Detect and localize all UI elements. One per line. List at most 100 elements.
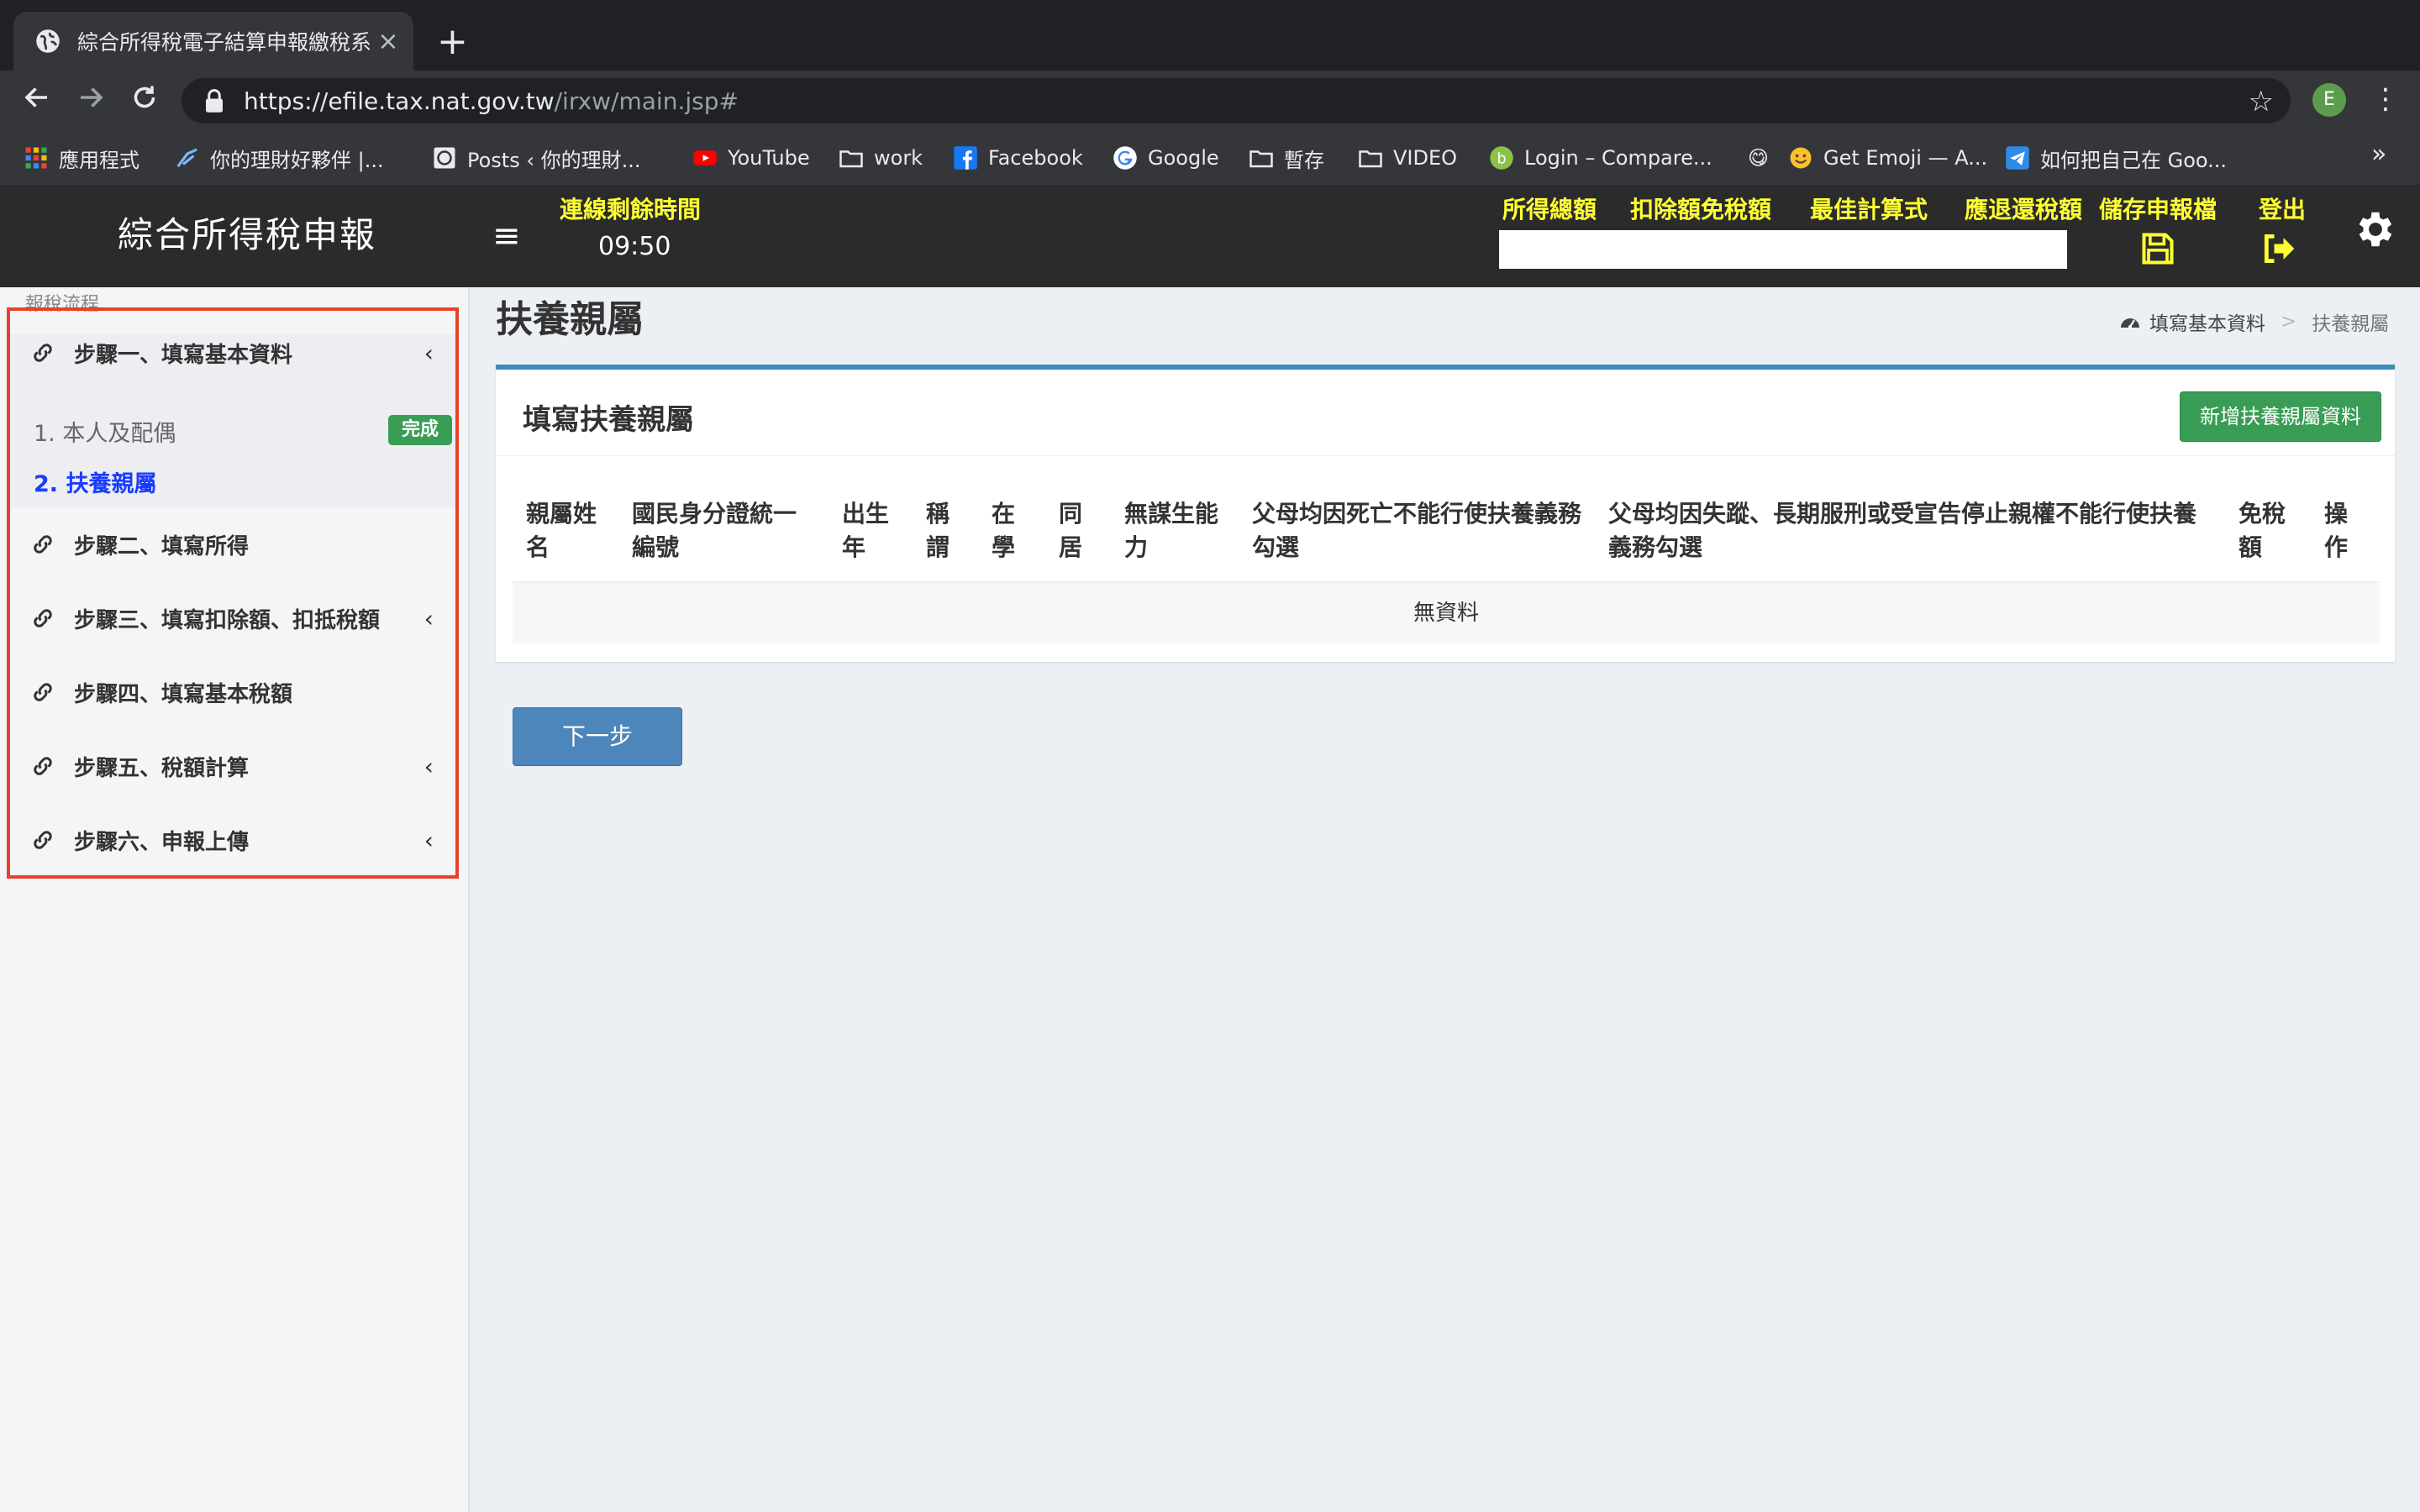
back-button[interactable]	[18, 82, 55, 119]
app-title[interactable]: 綜合所得稅申報	[118, 207, 376, 258]
bookmark-label: Google	[1148, 146, 1219, 170]
breadcrumb: 填寫基本資料 > 扶養親屬	[2119, 307, 2389, 336]
browser-menu-icon[interactable]: ⋮	[2371, 81, 2400, 118]
bookmark-label: 如何把自己在 Goo...	[2040, 148, 2228, 172]
next-step-button[interactable]: 下一步	[513, 707, 682, 766]
breadcrumb-separator: >	[2281, 311, 2297, 333]
google-icon	[1113, 146, 1137, 170]
apps-grid-icon	[25, 147, 47, 169]
bookmark-label: Posts ‹ 你的理財...	[467, 148, 641, 172]
browser-tab[interactable]: 綜合所得稅電子結算申報繳稅系統 ×	[13, 12, 413, 71]
best-formula-link[interactable]: 最佳計算式	[1810, 192, 1928, 225]
globe-icon	[36, 29, 60, 53]
table-header-cell: 在學	[992, 500, 1016, 561]
hamburger-menu-icon[interactable]: ≡	[492, 217, 521, 255]
emoji-icon	[1790, 147, 1812, 169]
folder-icon	[839, 150, 863, 168]
bookmark-youtube[interactable]: YouTube	[692, 141, 810, 175]
finance-icon	[176, 148, 197, 167]
table-header-cell: 親屬姓名	[526, 500, 597, 561]
wordpress-icon	[434, 147, 455, 169]
telegram-icon	[2006, 146, 2029, 170]
bookmark-label: 暫存	[1284, 148, 1324, 172]
table-header-cell: 同居	[1059, 500, 1083, 561]
forward-button[interactable]	[72, 82, 109, 119]
bookmark-google[interactable]: Google	[1113, 141, 1219, 175]
app-header: 綜合所得稅申報 ≡ 連線剩餘時間 09:50 所得總額 扣除額免稅額 最佳計算式…	[0, 185, 2420, 287]
arrow-left-icon	[24, 87, 47, 108]
bookmark-login-compare[interactable]: b Login – Compare...	[1489, 141, 1712, 175]
bookmark-emoji-1[interactable]: 😋	[1748, 141, 1769, 175]
panel-title: 填寫扶養親屬	[523, 403, 694, 437]
table-header-cell: 出生年	[842, 500, 890, 561]
bookmark-video[interactable]: VIDEO	[1358, 141, 1457, 175]
save-file-link[interactable]: 儲存申報檔	[2099, 192, 2217, 225]
reload-icon	[134, 86, 155, 108]
table-header-cell: 稱謂	[926, 500, 950, 561]
facebook-icon	[954, 146, 977, 170]
table-header-cell: 父母均因死亡不能行使扶養義務 勾選	[1252, 500, 1582, 561]
table-header-cell: 國民身分證統一 編號	[632, 500, 797, 561]
address-bar[interactable]: https://efile.tax.nat.gov.tw/irxw/main.j…	[182, 78, 2291, 123]
refund-link[interactable]: 應退還稅額	[1965, 192, 2082, 225]
bookmark-label: work	[874, 146, 923, 170]
page-title: 扶養親屬	[496, 298, 644, 341]
deductions-link[interactable]: 扣除額免稅額	[1630, 192, 1771, 225]
url-host: https://efile.tax.nat.gov.tw	[244, 87, 555, 115]
bookmark-google-how[interactable]: 如何把自己在 Goo...	[2005, 141, 2227, 175]
annotation-highlight-box	[7, 307, 459, 879]
dashboard-icon	[2121, 318, 2139, 328]
bookmark-temp[interactable]: 暫存	[1249, 141, 1324, 175]
floppy-disk-icon[interactable]	[2139, 230, 2176, 267]
bookmark-get-emoji[interactable]: Get Emoji — A...	[1788, 141, 1987, 175]
bookmark-posts[interactable]: Posts ‹ 你的理財...	[432, 141, 640, 175]
bookmarks-overflow-icon[interactable]: »	[2371, 139, 2386, 169]
arrow-right-icon	[81, 87, 103, 108]
bookmark-finance[interactable]: 你的理財好夥伴 |...	[175, 141, 384, 175]
bookmark-work[interactable]: work	[839, 141, 923, 175]
bookmark-label: 你的理財好夥伴 |...	[210, 148, 384, 172]
bookmark-star-icon[interactable]: ☆	[2249, 85, 2274, 118]
folder-icon	[1249, 150, 1273, 168]
tab-title: 綜合所得稅電子結算申報繳稅系統	[77, 30, 371, 55]
panel-divider	[496, 455, 2395, 456]
breadcrumb-current: 扶養親屬	[2312, 313, 2390, 335]
logout-link[interactable]: 登出	[2259, 192, 2306, 225]
table-empty-row: 無資料	[513, 583, 2380, 643]
bookmark-label: Login – Compare...	[1524, 146, 1712, 170]
table-header-cell: 操作	[2324, 500, 2349, 561]
emoji-icon: 😋	[1748, 146, 1770, 170]
new-tab-button[interactable]: +	[437, 18, 468, 66]
folder-icon	[1359, 150, 1382, 168]
income-total-link[interactable]: 所得總額	[1502, 192, 1597, 225]
browser-toolbar: https://efile.tax.nat.gov.tw/irxw/main.j…	[0, 71, 2420, 131]
add-dependent-button[interactable]: 新增扶養親屬資料	[2180, 391, 2381, 442]
profile-avatar[interactable]: E	[2312, 83, 2346, 117]
gear-icon[interactable]	[2353, 207, 2398, 252]
bookmark-label: VIDEO	[1393, 146, 1458, 170]
summary-display-bar	[1499, 230, 2067, 269]
lock-icon	[206, 89, 223, 113]
bookmark-label: Facebook	[988, 146, 1083, 170]
url-path: /irxw/main.jsp#	[554, 87, 739, 115]
sign-out-icon[interactable]	[2260, 230, 2297, 267]
tab-close-icon[interactable]: ×	[371, 27, 405, 56]
bookmark-facebook[interactable]: Facebook	[953, 141, 1083, 175]
session-timer-value: 09:50	[598, 232, 671, 261]
bookmarks-bar: 應用程式 你的理財好夥伴 |... Posts ‹ 你的理財... YouTub…	[0, 131, 2420, 186]
dependents-panel: 填寫扶養親屬 新增扶養親屬資料 親屬姓名 國民身分證統一 編號 出生年 稱謂 在學…	[496, 365, 2395, 662]
compare-icon: b	[1490, 146, 1513, 170]
table-header-cell: 無謀生能力	[1124, 500, 1219, 561]
table-header-cell: 免稅額	[2238, 500, 2286, 561]
sidebar: 報稅流程 步驟一、填寫基本資料 ‹ 1. 本人及配偶 完成 2. 扶養親屬 步驟…	[0, 287, 470, 1512]
browser-tabstrip: 綜合所得稅電子結算申報繳稅系統 × +	[0, 0, 2420, 71]
bookmark-label: Get Emoji — A...	[1823, 146, 1988, 170]
table-header-cell: 父母均因失蹤、長期服刑或受宣告停止親權不能行使扶養 義務勾選	[1608, 500, 2197, 561]
svg-text:b: b	[1497, 150, 1506, 167]
youtube-icon	[693, 150, 717, 165]
bookmark-label: 應用程式	[59, 148, 139, 172]
reload-button[interactable]	[126, 82, 163, 119]
breadcrumb-home[interactable]: 填寫基本資料	[2149, 307, 2265, 336]
session-timer-label: 連線剩餘時間	[560, 196, 702, 223]
bookmark-apps[interactable]: 應用程式	[24, 141, 139, 175]
